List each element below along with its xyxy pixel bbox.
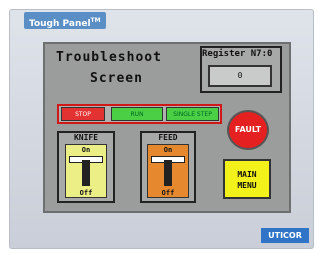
feed-off-label: Off — [161, 189, 175, 197]
feed-toggle-handle — [164, 160, 172, 186]
screen-title-line2: Screen — [90, 71, 143, 86]
register-label: Register N7:0 — [202, 49, 273, 59]
feed-label: FEED — [158, 133, 178, 142]
feed-on-label: On — [163, 146, 173, 154]
run-button[interactable]: RUN — [111, 107, 163, 121]
register-value: 0 — [208, 65, 272, 87]
knife-off-label: Off — [79, 189, 93, 197]
single-step-button[interactable]: SINGLE STEP — [166, 107, 219, 121]
knife-toggle-handle — [82, 160, 90, 186]
main-menu-line1: MAIN — [237, 170, 257, 179]
stop-button[interactable]: STOP — [61, 107, 105, 121]
knife-on-label: On — [81, 146, 91, 154]
screen-title-line1: Troubleshoot — [56, 50, 162, 65]
main-menu-button[interactable]: MAIN MENU — [223, 159, 271, 199]
main-menu-line2: MENU — [237, 181, 257, 190]
fault-indicator: FAULT — [227, 110, 269, 150]
knife-label: KNIFE — [73, 133, 99, 142]
uticor-logo: UTICOR — [261, 228, 309, 243]
brand-label: Tough PanelTM — [24, 12, 106, 29]
